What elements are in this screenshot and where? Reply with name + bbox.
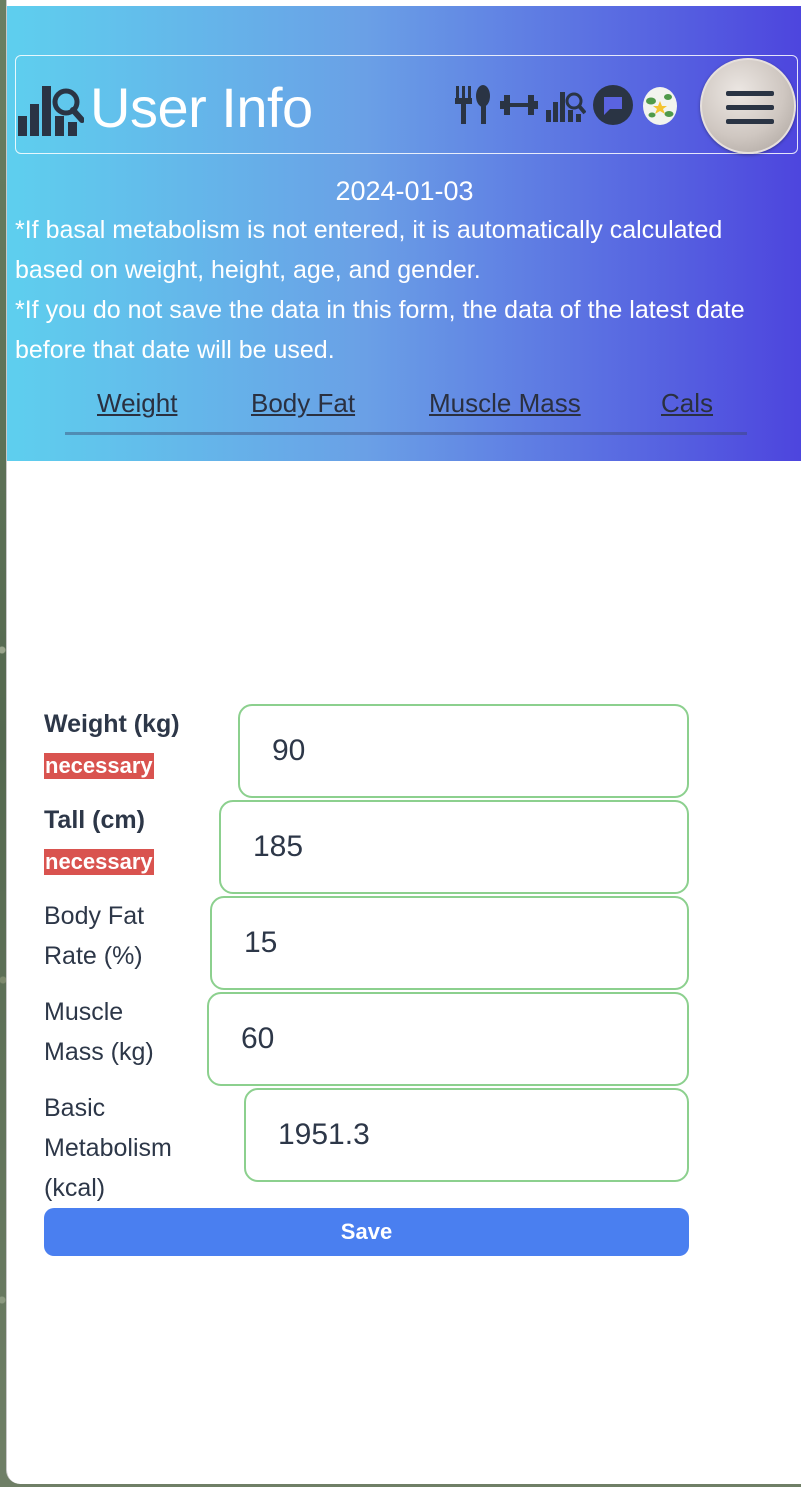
basal-metabolism-input[interactable] xyxy=(244,1088,689,1182)
hamburger-menu-icon[interactable] xyxy=(700,58,796,154)
muscle-mass-label-line: Muscle xyxy=(44,998,124,1026)
required-badge: necessary xyxy=(44,753,154,779)
page-title: User Info xyxy=(90,76,313,139)
basal-metabolism-label-line: (kcal) xyxy=(44,1174,106,1202)
note-data-fallback: *If you do not save the data in this for… xyxy=(15,296,745,364)
muscle-mass-input[interactable] xyxy=(207,992,689,1086)
current-date: 2024-01-03 xyxy=(335,176,474,206)
height-label: Tall (cm) xyxy=(44,806,145,834)
tab-cals[interactable]: Cals xyxy=(661,383,713,423)
egg-icon[interactable] xyxy=(640,84,680,126)
basal-metabolism-label-line: Metabolism xyxy=(44,1134,172,1162)
app-window: User Info 2024-01-03 *If basal metabolis… xyxy=(6,0,801,1484)
tab-bar: Weight Body Fat Muscle Mass Cals xyxy=(65,383,747,435)
tab-muscle-mass[interactable]: Muscle Mass xyxy=(429,383,581,423)
basal-metabolism-label: Basic Metabolism (kcal) xyxy=(44,1088,172,1208)
required-badge: necessary xyxy=(44,849,154,875)
basal-metabolism-label-line: Basic xyxy=(44,1094,106,1122)
body-fat-label-line: Rate (%) xyxy=(44,942,143,970)
header-panel: User Info 2024-01-03 *If basal metabolis… xyxy=(7,6,801,461)
fork-knife-icon[interactable] xyxy=(452,84,492,126)
tab-weight[interactable]: Weight xyxy=(97,383,177,423)
header-nav-icons xyxy=(452,83,680,127)
chart-search-icon[interactable] xyxy=(546,88,586,122)
body-fat-input[interactable] xyxy=(210,896,689,990)
body-fat-label: Body Fat Rate (%) xyxy=(44,896,144,976)
weight-label: Weight (kg) xyxy=(44,710,180,738)
note-basal-metabolism: *If basal metabolism is not entered, it … xyxy=(15,216,723,284)
muscle-mass-label: Muscle Mass (kg) xyxy=(44,992,154,1072)
dumbbell-icon[interactable] xyxy=(498,92,540,118)
chat-bubble-icon[interactable] xyxy=(592,84,634,126)
muscle-mass-label-line: Mass (kg) xyxy=(44,1038,154,1066)
title-bar: User Info xyxy=(15,55,798,154)
tab-body-fat[interactable]: Body Fat xyxy=(251,383,355,423)
weight-input[interactable] xyxy=(238,704,689,798)
save-button[interactable]: Save xyxy=(44,1208,689,1256)
height-input[interactable] xyxy=(219,800,689,894)
chart-search-icon xyxy=(18,86,84,136)
body-fat-label-line: Body Fat xyxy=(44,902,145,930)
